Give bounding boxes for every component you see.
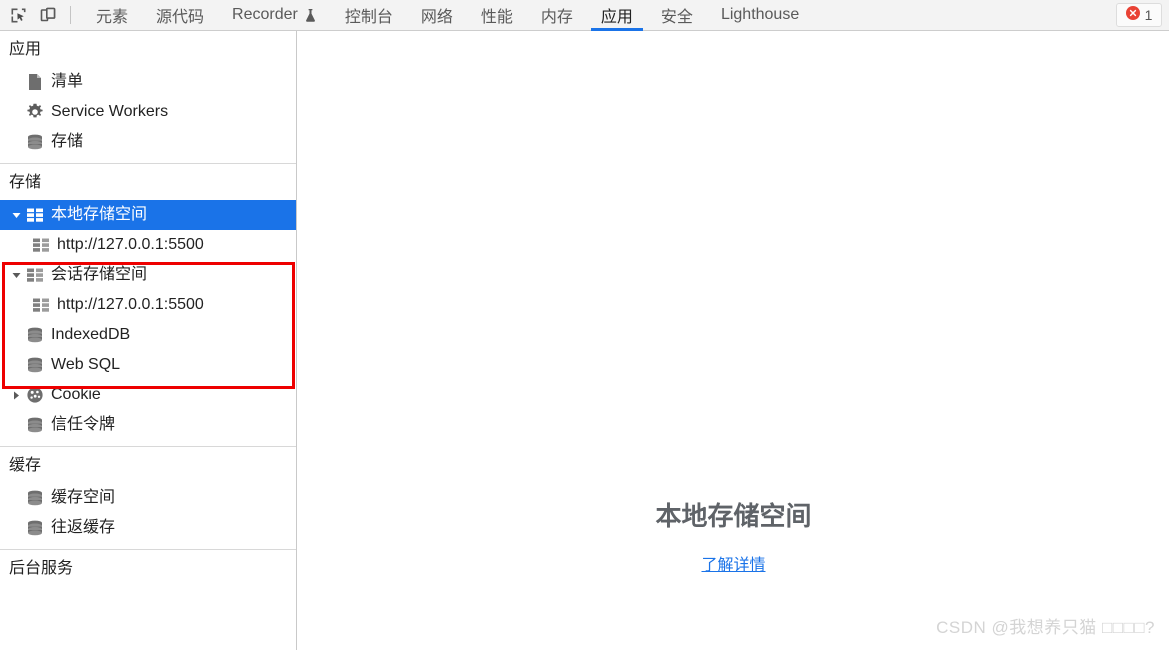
sidebar-item-label: 清单 <box>51 73 84 90</box>
gear-icon <box>24 103 46 121</box>
table-grid-icon <box>30 298 52 312</box>
sidebar-item-label: 会话存储空间 <box>51 266 148 283</box>
sidebar-section-title-application: 应用 <box>9 41 42 58</box>
sidebar-item-label: http://127.0.0.1:5500 <box>57 296 204 313</box>
table-grid-icon <box>24 268 46 282</box>
tab-console[interactable]: 控制台 <box>331 0 407 31</box>
sidebar-section-title-cache: 缓存 <box>9 457 42 474</box>
sidebar-item-label: Web SQL <box>51 356 121 373</box>
tab-sources[interactable]: 源代码 <box>142 0 218 31</box>
sidebar-item-label: Cookie <box>51 386 101 403</box>
sidebar-item-back-forward-cache[interactable]: 往返缓存 <box>0 513 296 543</box>
sidebar-item-local-storage[interactable]: 本地存储空间 <box>0 200 296 230</box>
database-icon <box>24 417 46 434</box>
error-circle-icon <box>1125 5 1140 25</box>
sidebar-item-label: IndexedDB <box>51 326 131 343</box>
tab-label: 网络 <box>420 9 453 26</box>
tab-network[interactable]: 网络 <box>407 0 467 31</box>
tab-label: 性能 <box>480 9 513 26</box>
sidebar-item-service-workers[interactable]: Service Workers <box>0 97 296 127</box>
sidebar-item-label: 信任令牌 <box>51 416 116 433</box>
csdn-watermark: CSDN @我想养只猫 □□□□? <box>936 618 1155 637</box>
error-count: 1 <box>1144 7 1153 23</box>
sidebar-item-local-storage-origin[interactable]: http://127.0.0.1:5500 <box>0 230 296 260</box>
chevron-down-icon[interactable] <box>8 210 24 221</box>
database-icon <box>24 357 46 374</box>
database-icon <box>24 327 46 344</box>
device-toolbar-icon[interactable] <box>33 1 62 30</box>
database-icon <box>24 134 46 151</box>
sidebar-item-label: 缓存空间 <box>51 489 116 506</box>
sidebar-item-indexeddb[interactable]: IndexedDB <box>0 320 296 350</box>
application-sidebar[interactable]: 应用 清单 Service Workers 存储 存储 本地存储空间 http:… <box>0 31 297 650</box>
chevron-down-icon[interactable] <box>8 270 24 281</box>
flask-icon <box>304 8 317 23</box>
sidebar-item-label: 本地存储空间 <box>51 206 148 223</box>
tab-label: Recorder <box>232 6 298 23</box>
sidebar-item-storage[interactable]: 存储 <box>0 127 296 157</box>
tab-label: 控制台 <box>344 9 393 26</box>
tab-label: 安全 <box>660 9 693 26</box>
chevron-right-icon[interactable] <box>8 390 24 401</box>
database-icon <box>24 490 46 507</box>
sidebar-item-label: http://127.0.0.1:5500 <box>57 236 204 253</box>
tab-security[interactable]: 安全 <box>647 0 707 31</box>
cookie-icon <box>24 386 46 404</box>
tab-label: 内存 <box>540 9 573 26</box>
learn-more-link[interactable]: 了解详情 <box>701 551 765 575</box>
sidebar-item-label: Service Workers <box>51 103 169 120</box>
main-content-panel: 本地存储空间 了解详情 CSDN @我想养只猫 □□□□? <box>298 31 1169 650</box>
empty-state-title: 本地存储空间 <box>655 501 812 531</box>
sidebar-item-session-storage[interactable]: 会话存储空间 <box>0 260 296 290</box>
sidebar-section-title-storage: 存储 <box>9 174 42 191</box>
tab-memory[interactable]: 内存 <box>527 0 587 31</box>
sidebar-item-trust-tokens[interactable]: 信任令牌 <box>0 410 296 440</box>
devtools-toolbar: 元素 源代码 Recorder 控制台 网络 性能 内存 应用 安全 Light… <box>0 0 1169 31</box>
sidebar-item-session-storage-origin[interactable]: http://127.0.0.1:5500 <box>0 290 296 320</box>
tab-label: 源代码 <box>156 9 205 26</box>
sidebar-item-web-sql[interactable]: Web SQL <box>0 350 296 380</box>
tab-recorder[interactable]: Recorder <box>218 0 331 31</box>
sidebar-section-title-background-services: 后台服务 <box>9 560 74 577</box>
tab-label: Lighthouse <box>720 6 800 23</box>
tab-application[interactable]: 应用 <box>587 0 647 31</box>
table-grid-icon <box>24 208 46 222</box>
database-icon <box>24 520 46 537</box>
manifest-document-icon <box>24 73 46 91</box>
sidebar-item-label: 存储 <box>51 133 84 150</box>
tab-label: 应用 <box>600 9 633 26</box>
table-grid-icon <box>30 238 52 252</box>
toolbar-divider <box>70 6 71 24</box>
sidebar-item-manifest[interactable]: 清单 <box>0 67 296 97</box>
tab-lighthouse[interactable]: Lighthouse <box>707 0 813 31</box>
empty-state: 本地存储空间 了解详情 <box>298 499 1169 575</box>
sidebar-item-cookie[interactable]: Cookie <box>0 380 296 410</box>
sidebar-item-cache-storage[interactable]: 缓存空间 <box>0 483 296 513</box>
tab-elements[interactable]: 元素 <box>82 0 142 31</box>
sidebar-item-label: 往返缓存 <box>51 519 116 536</box>
tab-label: 元素 <box>96 9 129 26</box>
inspect-element-icon[interactable] <box>4 1 33 30</box>
error-count-badge[interactable]: 1 <box>1116 3 1162 27</box>
tab-performance[interactable]: 性能 <box>467 0 527 31</box>
